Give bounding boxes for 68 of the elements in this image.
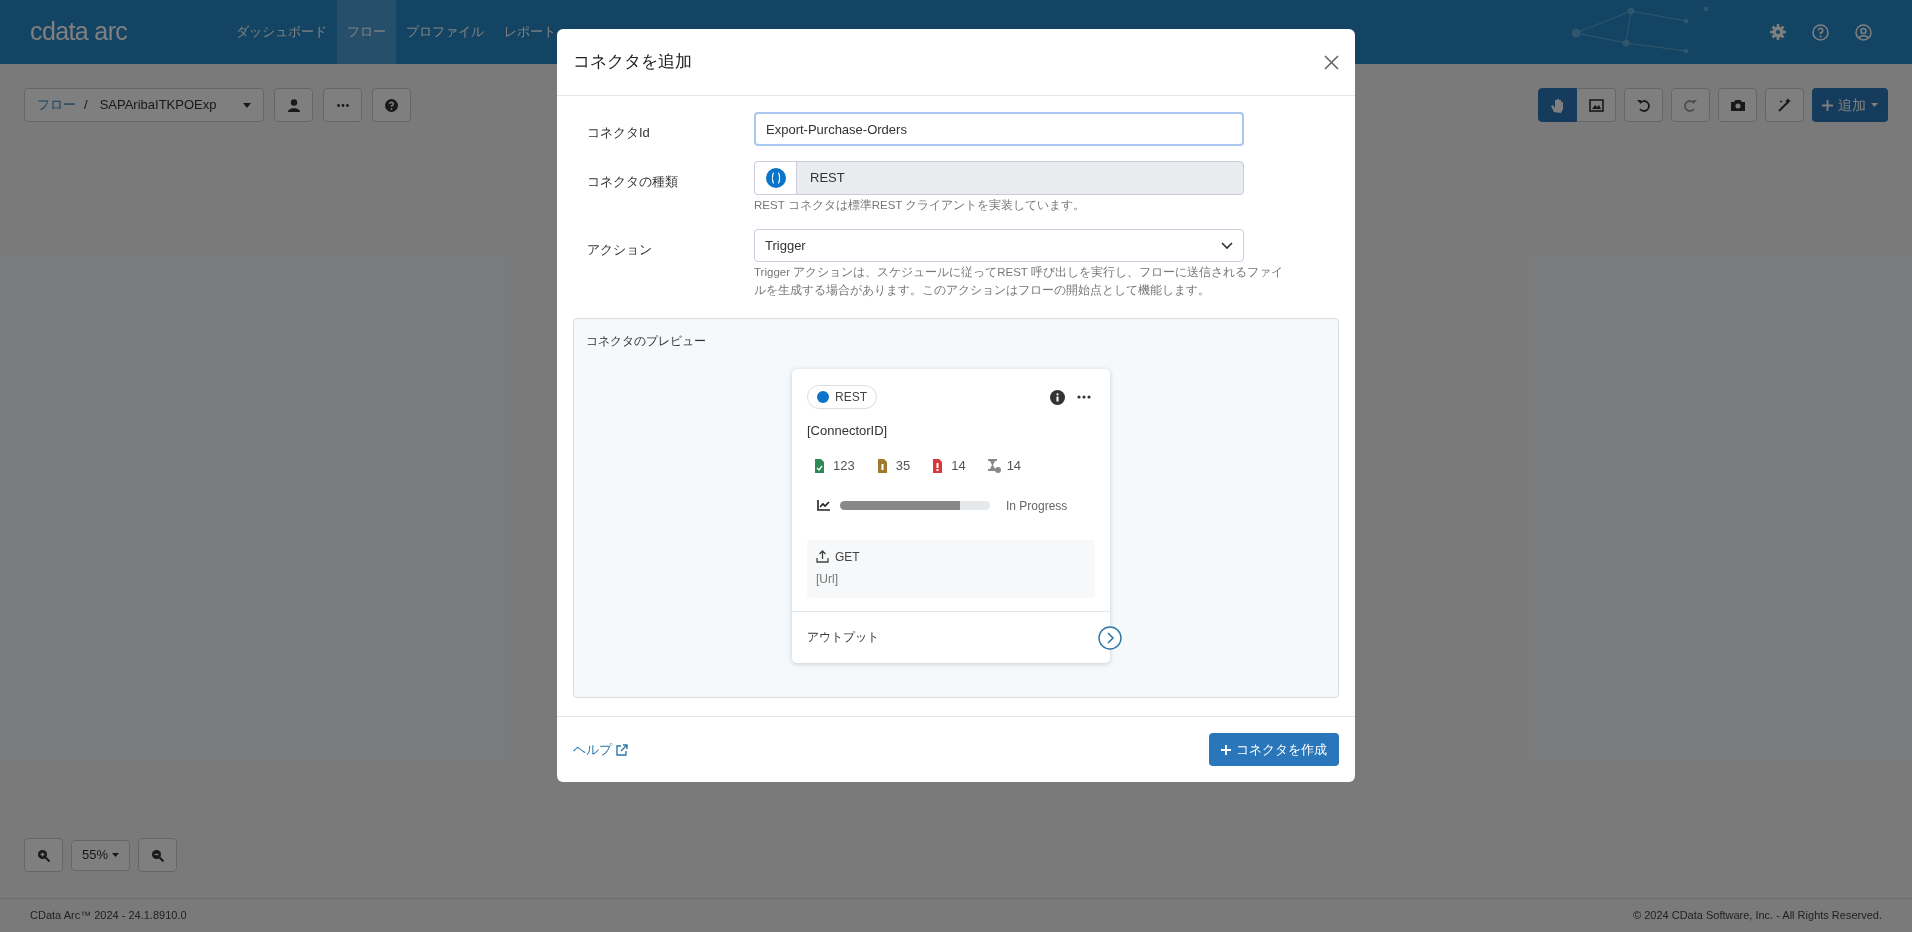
field-label: コネクタId [587, 125, 650, 140]
nav-tab[interactable]: プロファイル [396, 0, 494, 64]
zoom-out-button[interactable] [138, 838, 178, 872]
field-label: コネクタの種類 [587, 174, 678, 189]
caret-icon [243, 102, 251, 108]
help-icon[interactable] [1812, 23, 1829, 41]
zoom-in-button[interactable] [24, 838, 63, 872]
connector-id-text: [ConnectorID] [807, 423, 888, 438]
user-icon [287, 98, 300, 112]
line-chart-icon [817, 500, 830, 511]
settings-icon[interactable] [1770, 24, 1786, 40]
add-button[interactable]: 追加 [1812, 88, 1888, 122]
flow-breadcrumb-select[interactable]: フロー / SAPAribaITKPOExp [24, 88, 264, 122]
dialog-title: コネクタを追加 [573, 51, 692, 74]
app-logo[interactable]: cdata arc [30, 13, 226, 51]
camera-icon [1730, 99, 1745, 111]
plus-icon [1822, 99, 1833, 111]
zoom-out-icon [151, 848, 165, 862]
nav-tab[interactable]: フロー [337, 0, 396, 64]
select-mode-button[interactable] [1577, 88, 1616, 122]
nav-tab[interactable]: ダッシュボード [226, 0, 337, 64]
close-icon[interactable] [1324, 54, 1339, 70]
upload-icon [816, 550, 829, 563]
field-help-text: REST コネクタは標準REST クライアントを実装しています。 [754, 198, 1087, 213]
preview-title: コネクタのプレビュー [586, 334, 706, 348]
action-select[interactable]: Trigger [754, 229, 1244, 262]
help-button[interactable] [372, 88, 411, 122]
redo-icon [1684, 98, 1697, 112]
zoom-in-icon [37, 848, 50, 862]
hand-icon [1550, 97, 1565, 113]
external-link-icon [616, 743, 628, 756]
user-icon[interactable] [1855, 23, 1872, 41]
chevron-down-icon [1221, 241, 1233, 250]
auto-arrange-button[interactable] [1765, 88, 1804, 122]
plus-icon [1221, 744, 1231, 755]
help-link[interactable]: ヘルプ [573, 739, 628, 760]
undo-button[interactable] [1624, 88, 1663, 122]
output-label: アウトプット [807, 629, 879, 646]
pan-mode-button[interactable] [1538, 88, 1577, 122]
rest-icon [817, 391, 829, 403]
copyright-text: © 2024 CData Software, Inc. - All Rights Reserved. [1633, 908, 1882, 924]
caret-icon [112, 853, 120, 857]
info-icon[interactable] [1050, 389, 1065, 405]
more-icon[interactable] [1077, 395, 1091, 399]
snapshot-button[interactable] [1718, 88, 1757, 122]
magic-wand-icon [1777, 98, 1792, 112]
stat-count: 123 [833, 457, 855, 475]
url-text: [Url] [816, 570, 839, 588]
http-method: GET [835, 548, 860, 566]
help-icon [385, 98, 398, 112]
user-button[interactable] [274, 88, 313, 122]
progress-status: In Progress [1006, 497, 1068, 515]
connector-id-field[interactable]: Export-Purchase-Orders [754, 112, 1244, 146]
stat-count: 35 [895, 457, 911, 475]
caret-icon [1871, 103, 1878, 107]
stat-count: 14 [1006, 457, 1022, 475]
image-frame-icon [1588, 98, 1604, 112]
undo-icon [1637, 98, 1650, 112]
field-help-text: Trigger アクションは、スケジュールに従ってREST 呼び出しを実行し、フローに送信されるファイルを生成する場合があります。このアクションはフローの開始点として機能します。 [754, 265, 1284, 298]
zoom-level-dropdown[interactable]: 55% [71, 839, 131, 871]
create-connector-button[interactable]: コネクタを作成 [1209, 733, 1339, 766]
version-text: CData Arc™ 2024 - 24.1.8910.0 [30, 908, 187, 924]
more-icon [336, 103, 349, 107]
stat-count: 14 [951, 457, 966, 475]
connector-type-value: REST [809, 169, 845, 188]
field-label: アクション [587, 242, 652, 257]
chevron-right-circle-icon[interactable] [1098, 625, 1122, 650]
rest-icon [765, 168, 786, 188]
